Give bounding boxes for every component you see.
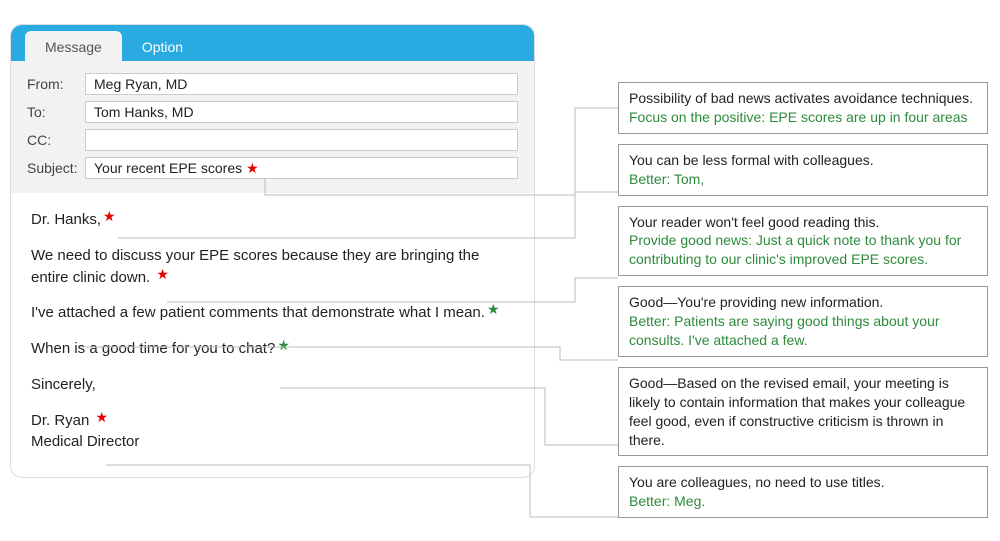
email-body: Dr. Hanks,★ We need to discuss your EPE …: [11, 193, 534, 477]
subject-input[interactable]: Your recent EPE scores ★: [85, 157, 518, 179]
field-row-from: From: Meg Ryan, MD: [27, 73, 518, 95]
star-icon: ★: [246, 160, 259, 177]
star-icon: ★: [487, 301, 500, 317]
cc-label: CC:: [27, 132, 85, 148]
signoff-line: Sincerely,: [31, 374, 514, 396]
field-row-to: To: Tom Hanks, MD: [27, 101, 518, 123]
field-row-subject: Subject: Your recent EPE scores ★: [27, 157, 518, 179]
to-label: To:: [27, 104, 85, 120]
annotation-suggestion: Better: Meg.: [629, 492, 977, 511]
subject-label: Subject:: [27, 160, 85, 176]
cc-input[interactable]: [85, 129, 518, 151]
annotation-box: Good—You're providing new information. B…: [618, 286, 988, 357]
tab-bar: Message Option: [11, 25, 534, 61]
greeting-text: Dr. Hanks,: [31, 211, 101, 228]
annotation-suggestion: Focus on the positive: EPE scores are up…: [629, 108, 977, 127]
paragraph-2-text: I've attached a few patient comments tha…: [31, 304, 485, 321]
paragraph-1: We need to discuss your EPE scores becau…: [31, 245, 514, 289]
from-label: From:: [27, 76, 85, 92]
email-header: From: Meg Ryan, MD To: Tom Hanks, MD CC:…: [11, 61, 534, 193]
from-input[interactable]: Meg Ryan, MD: [85, 73, 518, 95]
email-panel: Message Option From: Meg Ryan, MD To: To…: [10, 24, 535, 478]
star-icon: ★: [277, 337, 290, 353]
paragraph-1-text: We need to discuss your EPE scores becau…: [31, 247, 479, 286]
annotation-suggestion: Better: Patients are saying good things …: [629, 312, 977, 350]
annotation-comment: Your reader won't feel good reading this…: [629, 213, 977, 232]
annotation-box: Good—Based on the revised email, your me…: [618, 367, 988, 457]
annotation-box: Your reader won't feel good reading this…: [618, 206, 988, 277]
annotation-box: You are colleagues, no need to use title…: [618, 466, 988, 518]
tab-message[interactable]: Message: [25, 31, 122, 61]
annotation-comment: Possibility of bad news activates avoida…: [629, 89, 977, 108]
annotation-suggestion: Better: Tom,: [629, 170, 977, 189]
paragraph-3: When is a good time for you to chat?★: [31, 338, 514, 360]
greeting-line: Dr. Hanks,★: [31, 209, 514, 231]
annotation-comment: Good—Based on the revised email, your me…: [629, 374, 977, 450]
paragraph-2: I've attached a few patient comments tha…: [31, 302, 514, 324]
signature-name: Dr. Ryan: [31, 412, 89, 429]
annotation-column: Possibility of bad news activates avoida…: [618, 82, 988, 528]
annotation-suggestion: Provide good news: Just a quick note to …: [629, 231, 977, 269]
signature-title: Medical Director: [31, 433, 139, 450]
field-row-cc: CC:: [27, 129, 518, 151]
annotation-box: You can be less formal with colleagues. …: [618, 144, 988, 196]
to-input[interactable]: Tom Hanks, MD: [85, 101, 518, 123]
annotation-comment: You can be less formal with colleagues.: [629, 151, 977, 170]
star-icon: ★: [156, 266, 169, 282]
annotation-box: Possibility of bad news activates avoida…: [618, 82, 988, 134]
signature-block: Dr. Ryan ★ Medical Director: [31, 410, 514, 454]
tab-option[interactable]: Option: [122, 31, 203, 61]
annotation-comment: You are colleagues, no need to use title…: [629, 473, 977, 492]
star-icon: ★: [96, 409, 109, 425]
subject-text: Your recent EPE scores: [94, 160, 242, 176]
star-icon: ★: [103, 208, 116, 224]
paragraph-3-text: When is a good time for you to chat?: [31, 340, 275, 357]
annotation-comment: Good—You're providing new information.: [629, 293, 977, 312]
